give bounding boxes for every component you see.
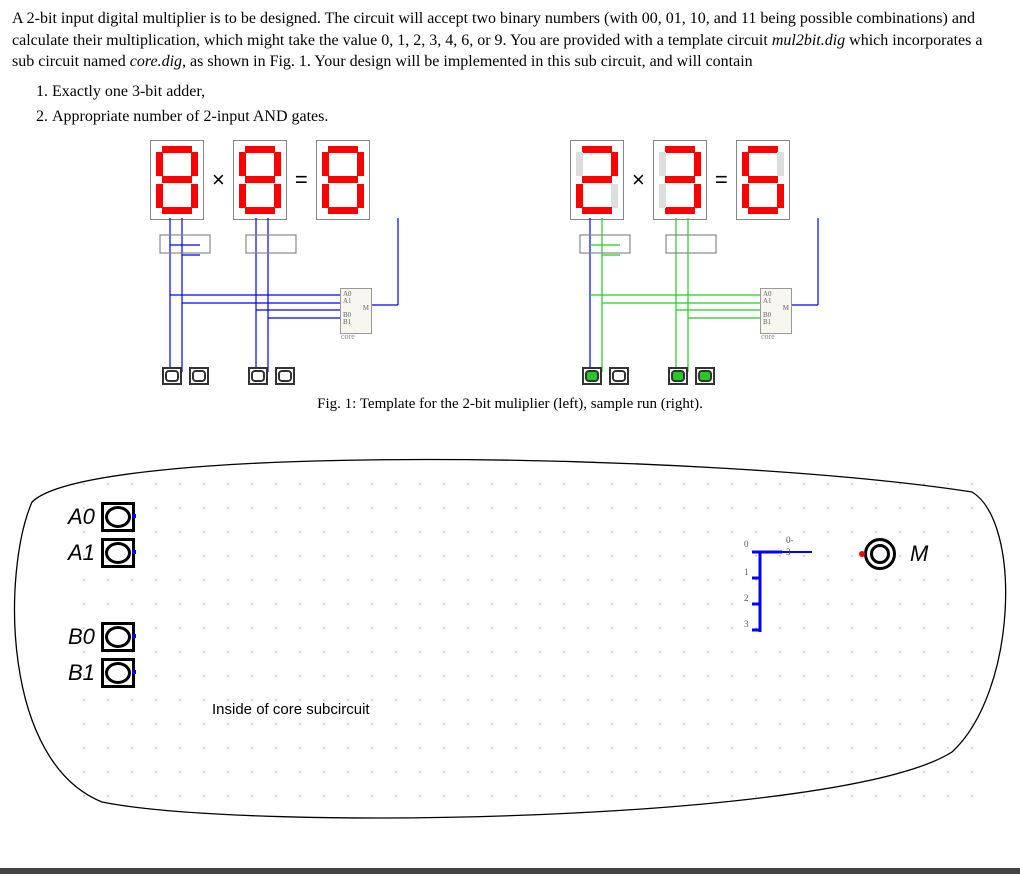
input-a1-left[interactable] [162,367,182,385]
port-m: M [864,538,928,570]
figure-area: × = [12,140,1008,390]
merge-lbl-0: 0 [744,538,749,550]
core-subcircuit-box-r: A0 A1 M B0 B1 core [760,288,792,334]
input-b0-right[interactable] [695,367,715,385]
core-subcircuit-box: A0 A1 M B0 B1 core [340,288,372,334]
port-b0-icon[interactable] [101,622,135,652]
port-a1-icon[interactable] [101,538,135,568]
circuit-sample-run: × = [540,140,900,390]
merge-lbl-2: 2 [744,592,749,604]
input-a1-right[interactable] [582,367,602,385]
intro-text-3: as shown in Fig. 1. Your design will be … [190,53,753,70]
requirements-list: Exactly one 3-bit adder, Appropriate num… [32,81,1008,128]
port-m-label: M [910,539,928,569]
merge-lbl-03: 0-3 [786,534,794,558]
port-b0: B0 [68,622,135,652]
input-a0-left[interactable] [189,367,209,385]
merge-lbl-3: 3 [744,618,749,630]
port-a0-icon[interactable] [101,502,135,532]
input-b1-right[interactable] [668,367,688,385]
port-m-icon[interactable] [864,538,896,570]
req-item-1: Exactly one 3-bit adder, [52,81,1008,103]
bottom-bar [0,868,1020,874]
circled-blob [12,432,1008,832]
port-a0-label: A0 [68,502,95,532]
port-a1-label: A1 [68,538,95,568]
merge-lbl-1: 1 [744,566,749,578]
port-b1-label: B1 [68,658,95,688]
input-a0-right[interactable] [609,367,629,385]
core-pin-b1-r: B1 [763,319,789,326]
input-b1-left[interactable] [248,367,268,385]
bit-merger: 0 0-3 1 2 3 [752,542,766,622]
input-pair-b-left [246,365,297,387]
port-a0: A0 [68,502,135,532]
port-b1: B1 [68,658,135,688]
input-b0-left[interactable] [275,367,295,385]
template-file-2: core.dig, [130,53,186,70]
core-name-label-r: core [761,332,775,343]
core-name-label: core [341,332,355,343]
core-pin-b1: B1 [343,319,369,326]
port-b0-label: B0 [68,622,95,652]
req-item-2: Appropriate number of 2-input AND gates. [52,106,1008,128]
intro-paragraph: A 2-bit input digital multiplier is to b… [12,8,1008,73]
template-file-1: mul2bit.dig [772,32,845,49]
circuit-template: × = [120,140,480,390]
subcircuit-area: A0 A1 B0 B1 Inside of core subcircuit [12,432,1008,832]
input-pair-a-left [160,365,211,387]
port-a1: A1 [68,538,135,568]
wires-left [120,140,480,390]
input-pair-b-right [666,365,717,387]
wires-right [540,140,900,390]
subcircuit-note: Inside of core subcircuit [212,700,370,720]
figure-caption: Fig. 1: Template for the 2-bit muliplier… [12,394,1008,414]
input-pair-a-right [580,365,631,387]
port-b1-icon[interactable] [101,658,135,688]
